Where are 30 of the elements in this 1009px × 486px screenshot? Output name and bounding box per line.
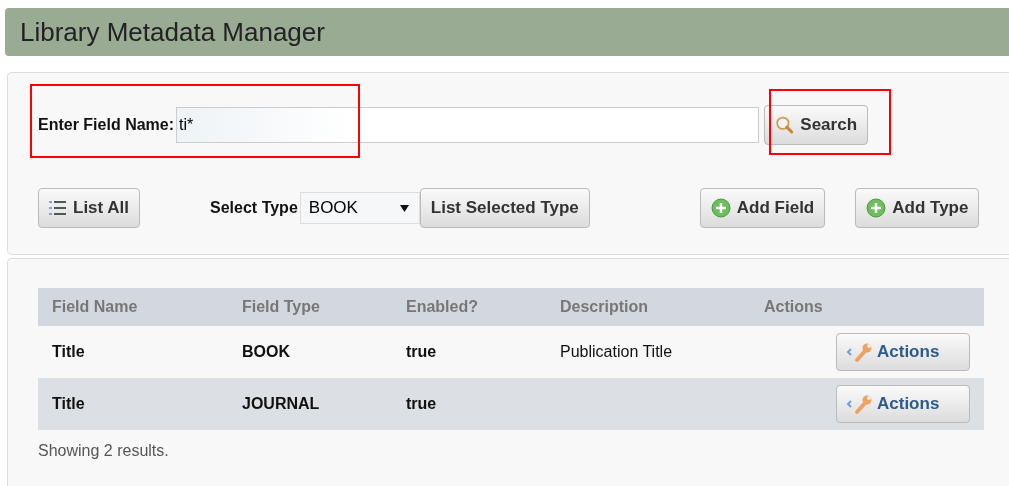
list-icon: [49, 200, 67, 216]
type-select[interactable]: BOOK: [299, 192, 420, 224]
table-cell-text: true: [405, 343, 438, 361]
add-type-button[interactable]: Add Type: [855, 188, 980, 228]
plus-icon: [866, 198, 887, 218]
select-type-label: Select Type: [210, 199, 298, 217]
caret-icon: [399, 204, 409, 212]
list-all-button[interactable]: List All: [38, 188, 141, 228]
table-cell-text: Title: [51, 395, 86, 413]
actions-button[interactable]: Actions: [836, 333, 970, 371]
table-cell-text: BOOK: [241, 343, 291, 361]
plus-icon: [710, 198, 731, 218]
column-header: Field Type: [241, 298, 321, 316]
column-header: Field Name: [51, 298, 139, 316]
search-button[interactable]: Search: [764, 105, 869, 145]
field-name-input[interactable]: ti*: [176, 107, 760, 143]
column-header: Description: [559, 298, 649, 316]
column-header: Enabled?: [405, 298, 479, 316]
column-header: Actions: [764, 298, 824, 316]
actions-button[interactable]: Actions: [836, 385, 970, 423]
results-count: Showing 2 results.: [38, 442, 170, 460]
list-selected-type-button[interactable]: List Selected Type: [419, 188, 590, 228]
field-name-label: Enter Field Name:: [38, 116, 175, 134]
table-cell-text: JOURNAL: [241, 395, 321, 413]
page-title: Library Metadata Manager: [20, 16, 325, 48]
search-icon: [775, 114, 795, 136]
add-field-button[interactable]: Add Field: [699, 188, 826, 228]
table-cell-text: true: [405, 395, 438, 413]
table-cell-text: Title: [51, 343, 86, 361]
table-cell: Publication Title: [560, 343, 673, 360]
